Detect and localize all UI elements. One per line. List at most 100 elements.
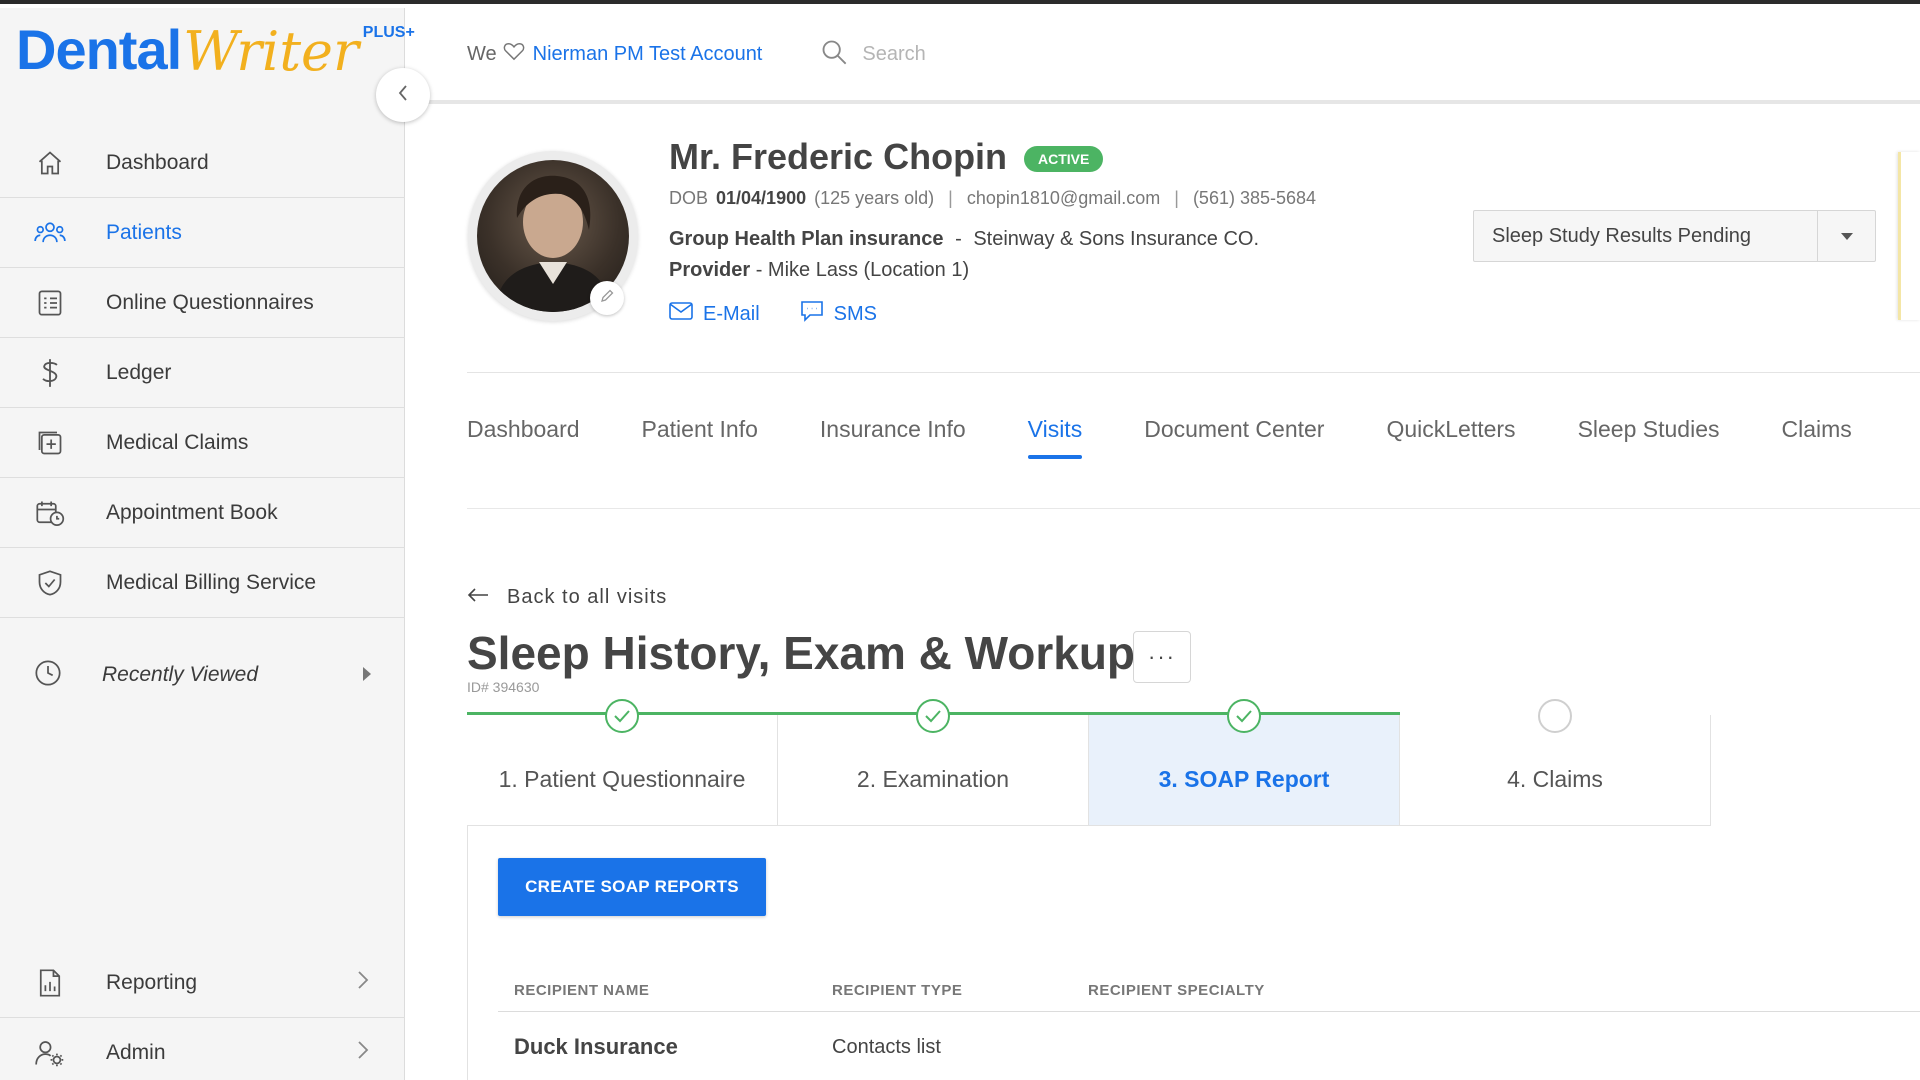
- phone-value: (561) 385-5684: [1192, 188, 1317, 208]
- tab-quickletters[interactable]: QuickLetters: [1386, 416, 1515, 459]
- back-link-label: Back to all visits: [507, 586, 668, 608]
- home-icon: [34, 147, 66, 179]
- heart-icon: [497, 41, 533, 67]
- sidebar-item-label: Admin: [106, 1040, 166, 1064]
- more-options-button[interactable]: ···: [1133, 631, 1191, 683]
- column-header-recipient-specialty[interactable]: RECIPIENT SPECIALTY: [1088, 982, 1388, 999]
- admin-icon: [34, 1037, 66, 1069]
- side-panel-edge[interactable]: [1898, 152, 1920, 320]
- report-icon: [34, 967, 66, 999]
- sidebar-item-ledger[interactable]: Ledger: [0, 338, 405, 408]
- step-label: 1. Patient Questionnaire: [498, 765, 746, 792]
- sms-link-label: SMS: [833, 302, 878, 325]
- search-input[interactable]: [862, 42, 1103, 66]
- logo-writer-text: Writer: [183, 20, 359, 83]
- table-row[interactable]: Duck Insurance Contacts list: [498, 1012, 1920, 1080]
- sidebar-item-label: Dashboard: [106, 150, 209, 174]
- step-label: 2. Examination: [856, 765, 1010, 792]
- insurance-separator: -: [955, 228, 962, 250]
- calendar-clock-icon: [34, 497, 66, 529]
- check-circle-icon: [605, 699, 639, 733]
- patient-tabs: Dashboard Patient Info Insurance Info Vi…: [467, 416, 1914, 459]
- step-patient-questionnaire[interactable]: 1. Patient Questionnaire: [467, 699, 778, 826]
- recently-viewed-label: Recently Viewed: [102, 663, 259, 686]
- app-logo[interactable]: Dental Writer PLUS+: [16, 20, 415, 90]
- recipients-table: RECIPIENT NAME RECIPIENT TYPE RECIPIENT …: [498, 982, 1920, 1080]
- sidebar-item-admin[interactable]: Admin: [0, 1018, 405, 1080]
- column-header-recipient-type[interactable]: RECIPIENT TYPE: [832, 982, 1088, 999]
- meta-separator: |: [1174, 188, 1179, 208]
- sidebar: Dental Writer PLUS+ Dashboard Patients O…: [0, 8, 415, 1080]
- sidebar-bottom-nav: Reporting Admin: [0, 948, 405, 1080]
- chevron-right-icon: [357, 970, 369, 995]
- sidebar-item-patients[interactable]: Patients: [0, 198, 405, 268]
- sidebar-item-label: Patients: [106, 220, 182, 244]
- status-badge: ACTIVE: [1024, 146, 1104, 172]
- mail-icon: [669, 302, 703, 326]
- email-value: chopin1810@gmail.com: [966, 188, 1161, 208]
- dob-label: DOB: [669, 188, 709, 208]
- status-select-value: Sleep Study Results Pending: [1492, 224, 1752, 247]
- app-window: Dental Writer PLUS+ Dashboard Patients O…: [0, 0, 1920, 1080]
- clock-icon: [34, 659, 62, 692]
- shield-check-icon: [34, 567, 66, 599]
- patient-status-select[interactable]: Sleep Study Results Pending: [1473, 210, 1876, 262]
- top-header: We Nierman PM Test Account: [405, 8, 1920, 104]
- divider: [467, 508, 1920, 509]
- create-soap-reports-button[interactable]: CREATE SOAP REPORTS: [498, 858, 766, 916]
- tab-visits[interactable]: Visits: [1027, 416, 1082, 459]
- sidebar-item-label: Medical Billing Service: [106, 570, 317, 594]
- tab-insurance-info[interactable]: Insurance Info: [820, 416, 966, 459]
- step-soap-report[interactable]: 3. SOAP Report: [1089, 699, 1400, 826]
- dob-value: 01/04/1900: [716, 188, 807, 208]
- logo-dental-text: Dental: [16, 18, 182, 81]
- email-link[interactable]: E-Mail: [669, 302, 760, 326]
- tab-document-center[interactable]: Document Center: [1144, 416, 1324, 459]
- insurance-line: Group Health Plan insurance - Steinway &…: [669, 228, 1259, 251]
- insurance-company: Steinway & Sons Insurance CO.: [973, 228, 1260, 250]
- provider-value: - Mike Lass (Location 1): [755, 259, 970, 281]
- sidebar-item-online-questionnaires[interactable]: Online Questionnaires: [0, 268, 405, 338]
- sidebar-nav: Dashboard Patients Online Questionnaires…: [0, 128, 405, 618]
- edit-avatar-button[interactable]: [590, 281, 624, 315]
- step-claims[interactable]: 4. Claims: [1400, 699, 1711, 826]
- tab-sleep-studies[interactable]: Sleep Studies: [1578, 416, 1720, 459]
- sidebar-item-label: Ledger: [106, 360, 172, 384]
- sidebar-collapse-button[interactable]: [376, 68, 430, 122]
- meta-separator: |: [948, 188, 953, 208]
- sms-link[interactable]: SMS: [800, 300, 877, 328]
- back-to-visits-link[interactable]: Back to all visits: [467, 586, 667, 609]
- chat-icon: [800, 300, 834, 328]
- step-examination[interactable]: 2. Examination: [778, 699, 1089, 826]
- chevron-right-icon: [357, 1040, 369, 1065]
- step-label: 3. SOAP Report: [1158, 765, 1330, 792]
- account-greeting: We: [467, 41, 533, 67]
- sidebar-item-appointment-book[interactable]: Appointment Book: [0, 478, 405, 548]
- patient-meta-line: DOB 01/04/1900 (125 years old) | chopin1…: [669, 188, 1316, 209]
- visit-title: Sleep History, Exam & Workup: [467, 627, 1136, 679]
- check-circle-icon: [1227, 699, 1261, 733]
- column-header-recipient-name[interactable]: RECIPIENT NAME: [498, 982, 832, 999]
- patient-name: Mr. Frederic Chopin: [669, 136, 1008, 177]
- dropdown-arrow-icon[interactable]: [1817, 211, 1875, 261]
- cell-recipient-name: Duck Insurance: [514, 1034, 678, 1059]
- tab-claims[interactable]: Claims: [1782, 416, 1852, 459]
- users-icon: [34, 217, 66, 249]
- sidebar-item-dashboard[interactable]: Dashboard: [0, 128, 405, 198]
- caret-right-icon: [363, 667, 371, 681]
- sidebar-item-medical-claims[interactable]: Medical Claims: [0, 408, 405, 478]
- recently-viewed-toggle[interactable]: Recently Viewed: [0, 640, 405, 710]
- provider-line: Provider - Mike Lass (Location 1): [669, 259, 969, 282]
- sidebar-item-reporting[interactable]: Reporting: [0, 948, 405, 1018]
- age-value: (125 years old): [814, 188, 935, 208]
- tab-patient-info[interactable]: Patient Info: [642, 416, 758, 459]
- more-dots-icon: ···: [1148, 644, 1176, 669]
- tab-dashboard[interactable]: Dashboard: [467, 416, 580, 459]
- sidebar-item-label: Reporting: [106, 970, 198, 994]
- sidebar-item-medical-billing-service[interactable]: Medical Billing Service: [0, 548, 405, 618]
- search-box: [820, 38, 1103, 71]
- contact-actions: E-Mail SMS: [669, 300, 917, 328]
- provider-label: Provider: [669, 259, 751, 281]
- account-name-link[interactable]: Nierman PM Test Account: [533, 43, 763, 66]
- sidebar-item-label: Medical Claims: [106, 430, 249, 454]
